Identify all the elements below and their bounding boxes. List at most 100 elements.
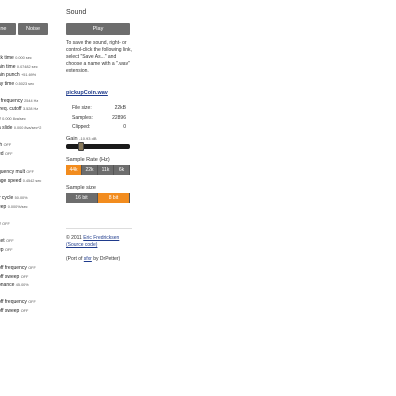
sample-rate-selector: 44k 22k 11k 6k <box>66 165 130 175</box>
sample-rate-22k[interactable]: 22k <box>82 165 98 175</box>
param-row: off sweep OFF <box>0 308 28 315</box>
param-value: OFF <box>28 300 36 304</box>
copyright: © 2011 Eric Fredricksen (Source code) <box>66 235 136 249</box>
param-row: off frequency OFF <box>0 265 36 272</box>
param-row: set OFF <box>0 238 14 245</box>
port-prefix: (Port of <box>66 256 83 262</box>
save-instructions: To save the sound, right- or control-cli… <box>66 40 132 74</box>
param-label: off frequency <box>0 265 27 271</box>
param-label: ep <box>0 247 4 253</box>
stat-row-samples: Samples: 22896 <box>72 114 126 124</box>
param-label: set <box>0 238 5 244</box>
param-value: OFF <box>2 222 10 226</box>
sample-size-selector: 16 bit 8 bit <box>66 193 130 203</box>
sample-size-16bit[interactable]: 16 bit <box>66 193 98 203</box>
param-row: a slide 0.000 8va/sec^2 <box>0 125 41 132</box>
gain-value: -10.93 dB <box>79 136 97 141</box>
param-value: 45.00% <box>15 283 29 287</box>
waveform-buttons: Sine Noise <box>0 23 48 35</box>
param-label: quency mult <box>0 169 25 175</box>
param-row: ed OFF <box>0 151 13 158</box>
param-row: e OFF <box>0 221 10 228</box>
param-value: 0.000%/sec <box>7 205 28 209</box>
port-credit: (Port of sfxr by DrPetter) <box>66 256 120 262</box>
author-link[interactable]: Eric Fredricksen <box>83 235 119 241</box>
param-value: 3.528 Hz <box>22 107 39 111</box>
sample-rate-44k[interactable]: 44k <box>66 165 82 175</box>
stat-row-clipped: Clipped: 0 <box>72 123 126 133</box>
param-value: OFF <box>28 266 36 270</box>
param-label: y cycle <box>0 195 14 201</box>
param-value: OFF <box>26 170 34 174</box>
param-value: 0.000 8va/sec^2 <box>13 126 42 130</box>
play-button[interactable]: Play <box>66 23 130 35</box>
param-value: OFF <box>4 152 13 156</box>
param-value: 0.5023 sec <box>15 82 35 86</box>
sample-rate-6k[interactable]: 6k <box>114 165 130 175</box>
param-label: off sweep <box>0 274 20 280</box>
copyright-prefix: © 2011 <box>66 235 82 241</box>
param-value: 0.07482 sec <box>16 65 38 69</box>
param-row: ay time 0.5023 sec <box>0 81 34 88</box>
stat-value: 22kB <box>114 105 126 111</box>
param-row: ain punch +51.69% <box>0 72 36 79</box>
stat-label: Samples: <box>72 114 93 121</box>
param-label: e <box>0 116 1 122</box>
stat-value: 22896 <box>112 114 126 121</box>
param-label: freq. cutoff <box>0 106 22 112</box>
sound-heading: Sound <box>66 9 87 16</box>
stat-label: Clipped: <box>72 124 91 130</box>
sample-size-label: Sample size <box>66 185 96 191</box>
param-value: OFF <box>4 248 13 252</box>
param-row: th OFF <box>0 142 11 149</box>
param-row: ck time 0.000 sec <box>0 55 32 62</box>
param-label: ain time <box>0 64 16 70</box>
left-parameter-column: Sine Noise ck time 0.000 sec ain time 0.0… <box>0 0 62 396</box>
param-label: ck time <box>0 55 14 61</box>
stat-label: File size: <box>72 105 92 111</box>
param-label: e <box>0 221 1 227</box>
sample-size-8bit[interactable]: 8 bit <box>98 193 130 203</box>
param-row: e 0.000 8va/sec <box>0 116 26 123</box>
param-row: t frequency 2544 Hz <box>0 98 38 105</box>
param-row: freq. cutoff 3.528 Hz <box>0 106 38 113</box>
gain-slider-thumb[interactable] <box>78 142 84 151</box>
noise-button[interactable]: Noise <box>18 23 48 35</box>
param-value: 0.000 sec <box>15 56 32 60</box>
param-value: +51.69% <box>21 73 37 77</box>
param-row: nge speed 0.4542 sec <box>0 178 41 185</box>
param-label: onance <box>0 282 15 288</box>
param-value: 50.00% <box>14 196 28 200</box>
param-row: off frequency OFF <box>0 299 36 306</box>
sine-button[interactable]: Sine <box>0 23 16 35</box>
param-row: ain time 0.07482 sec <box>0 64 38 71</box>
param-value: OFF <box>20 309 29 313</box>
sfxr-link[interactable]: sfxr <box>84 256 92 262</box>
param-label: ay time <box>0 81 15 87</box>
param-label: t frequency <box>0 98 23 104</box>
divider <box>66 228 132 229</box>
sample-rate-label: Sample Rate (Hz) <box>66 157 110 163</box>
sample-rate-11k[interactable]: 11k <box>98 165 114 175</box>
param-row: eep 0.000%/sec <box>0 204 28 211</box>
download-wav-link[interactable]: pickupCoin.wav <box>66 90 108 96</box>
param-value: OFF <box>3 143 12 147</box>
param-value: OFF <box>20 275 29 279</box>
param-label: a slide <box>0 125 13 131</box>
source-code-link[interactable]: (Source code) <box>66 242 97 248</box>
param-row: y cycle 50.00% <box>0 195 28 202</box>
param-label: off sweep <box>0 308 20 314</box>
port-suffix: by DrPetter) <box>93 256 121 262</box>
file-stats: File size: 22kB Samples: 22896 Clipped: … <box>72 104 126 133</box>
gain-title: Gain <box>66 136 78 142</box>
stat-row-file-size: File size: 22kB <box>72 104 126 114</box>
param-row: off sweep OFF <box>0 274 28 281</box>
param-value: 0.000 8va/sec <box>2 117 26 121</box>
param-row: onance 45.00% <box>0 282 29 289</box>
gain-slider-track[interactable] <box>66 144 130 149</box>
param-label: ed <box>0 151 4 157</box>
param-label: eep <box>0 204 7 210</box>
param-value: 2544 Hz <box>24 99 39 103</box>
param-label: nge speed <box>0 178 22 184</box>
param-value: 0.4542 sec <box>22 179 42 183</box>
